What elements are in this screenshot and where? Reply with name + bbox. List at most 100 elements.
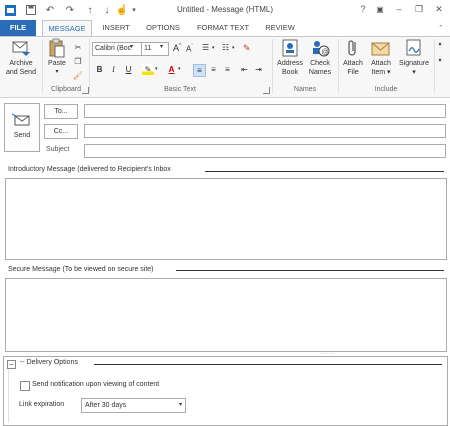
numbering-icon[interactable]: ☷ <box>222 43 229 52</box>
tab-message[interactable]: MESSAGE <box>42 20 92 37</box>
grow-font-icon[interactable]: A^ <box>173 43 181 53</box>
ribbon-separator <box>89 39 90 93</box>
font-name-combo[interactable]: Calibri (Boc <box>92 42 142 56</box>
cc-field[interactable] <box>84 124 446 138</box>
cc-button[interactable]: Cc... <box>44 124 78 139</box>
tab-options[interactable]: OPTIONS <box>141 20 185 36</box>
align-center-icon[interactable]: ≡ <box>208 64 219 75</box>
signature-label-1: Signature <box>399 60 429 67</box>
ribbon-separator <box>272 39 273 93</box>
address-book-button[interactable]: Address Book <box>275 39 305 77</box>
select-dropdown-icon[interactable]: ▾ <box>179 399 182 412</box>
paste-dropdown-icon[interactable]: ▾ <box>44 68 70 77</box>
paste-icon <box>46 38 68 58</box>
attach-item-label-1: Attach <box>371 60 391 67</box>
archive-send-icon <box>10 39 32 57</box>
increase-indent-icon[interactable]: ⇥ <box>253 64 264 75</box>
address-book-icon <box>279 39 301 57</box>
attach-file-label-2: File <box>347 69 359 76</box>
secure-message-textarea[interactable] <box>5 278 447 352</box>
archive-label-2: and Send <box>6 69 36 76</box>
clipboard-launcher-icon[interactable] <box>82 87 89 94</box>
send-label: Send <box>13 132 31 139</box>
names-group-label: Names <box>293 86 317 93</box>
cut-icon[interactable]: ✂ <box>73 42 83 52</box>
send-icon <box>11 112 32 128</box>
tab-format-text[interactable]: FORMAT TEXT <box>193 20 253 36</box>
notify-checkbox[interactable] <box>20 381 30 391</box>
check-names-label-2: Names <box>308 69 332 76</box>
check-names-label-1: Check <box>310 60 330 67</box>
archive-and-send-button[interactable]: Archive and Send <box>2 39 40 77</box>
signature-icon <box>403 39 425 57</box>
bullets-dropdown-icon[interactable]: ▾ <box>212 45 215 51</box>
basic-text-launcher-icon[interactable] <box>263 87 270 94</box>
attach-item-icon <box>370 39 392 57</box>
section-divider <box>94 364 442 365</box>
shrink-font-icon[interactable]: Aˇ <box>186 44 193 54</box>
font-size-combo[interactable]: 11 <box>141 42 169 56</box>
clear-formatting-icon[interactable]: ✎ <box>243 43 251 54</box>
tab-file[interactable]: FILE <box>0 20 36 36</box>
attach-file-button[interactable]: Attach File <box>340 39 366 77</box>
subject-label: Subject <box>46 146 70 153</box>
notify-label: Send notification upon viewing of conten… <box>32 381 160 388</box>
scroll-down-icon[interactable]: ▾ <box>435 57 445 64</box>
help-button[interactable]: ? <box>356 3 370 16</box>
ribbon-display-icon[interactable]: ▣ <box>373 3 387 16</box>
collapse-ribbon-icon[interactable]: ⌃ <box>438 24 444 32</box>
tab-insert[interactable]: INSERT <box>96 20 136 36</box>
paste-button[interactable]: Paste ▾ <box>44 38 70 77</box>
font-name-dropdown-icon[interactable]: ▾ <box>130 43 133 50</box>
attach-item-button[interactable]: Attach Item ▾ <box>366 39 396 77</box>
scroll-up-icon[interactable]: ▴ <box>435 40 445 47</box>
intro-message-title: Introductory Message (delivered to Recip… <box>8 166 171 173</box>
align-right-icon[interactable]: ≡ <box>222 64 233 75</box>
svg-text:@: @ <box>322 49 329 56</box>
numbering-dropdown-icon[interactable]: ▾ <box>232 45 235 51</box>
ribbon: Archive and Send Paste ▾ ✂ ❐ 🖌 Clipboard… <box>0 36 450 98</box>
format-painter-icon[interactable]: 🖌 <box>73 70 83 80</box>
signature-label-2: ▾ <box>412 69 416 76</box>
attach-file-label-1: Attach <box>343 60 363 67</box>
archive-label-1: Archive <box>9 60 33 67</box>
minimize-button[interactable]: – <box>392 3 406 16</box>
to-field[interactable] <box>84 104 446 118</box>
italic-button[interactable]: I <box>108 64 119 75</box>
copy-icon[interactable]: ❐ <box>73 56 83 66</box>
link-expiration-value: After 30 days <box>85 402 127 409</box>
check-names-button[interactable]: @ Check Names <box>305 39 335 77</box>
highlight-dropdown-icon[interactable]: ▾ <box>155 66 158 72</box>
tab-review[interactable]: REVIEW <box>260 20 300 36</box>
font-color-dropdown-icon[interactable]: ▾ <box>178 66 181 72</box>
signature-button[interactable]: Signature ▾ <box>396 39 432 77</box>
link-expiration-select[interactable]: After 30 days ▾ <box>81 398 186 413</box>
font-color-icon[interactable]: A <box>166 64 177 75</box>
send-button[interactable]: Send <box>4 103 40 152</box>
link-expiration-label: Link expiration <box>19 401 65 408</box>
font-size-value: 11 <box>144 45 152 52</box>
intro-message-textarea[interactable] <box>5 178 447 260</box>
secure-message-title: Secure Message (To be viewed on secure s… <box>8 266 154 273</box>
bold-button[interactable]: B <box>94 64 105 75</box>
restore-button[interactable]: ❐ <box>412 3 426 16</box>
collapse-toggle-icon[interactable]: – <box>7 360 16 369</box>
address-book-label-2: Book <box>282 69 298 76</box>
basic-text-group-label: Basic Text <box>164 86 196 93</box>
panel-rule <box>8 370 9 422</box>
paste-label: Paste <box>48 60 66 67</box>
underline-button[interactable]: U <box>123 64 134 75</box>
delivery-options-panel <box>3 356 448 426</box>
decrease-indent-icon[interactable]: ⇤ <box>239 64 250 75</box>
font-size-dropdown-icon[interactable]: ▾ <box>160 43 163 50</box>
close-button[interactable]: ✕ <box>432 3 446 16</box>
highlight-icon[interactable]: ✎ <box>142 64 154 75</box>
subject-field[interactable] <box>84 144 446 158</box>
bullets-icon[interactable]: ☰ <box>202 43 209 52</box>
delivery-options-title: -- Delivery Options <box>20 359 78 366</box>
align-left-icon[interactable]: ≡ <box>193 64 206 77</box>
address-book-label-1: Address <box>277 60 303 67</box>
to-button[interactable]: To... <box>44 104 78 119</box>
check-names-icon: @ <box>309 39 331 57</box>
title-bar: ↶ ↷ ↑ ↓ ☝ ▾ Untitled - Message (HTML) ? … <box>0 0 450 21</box>
